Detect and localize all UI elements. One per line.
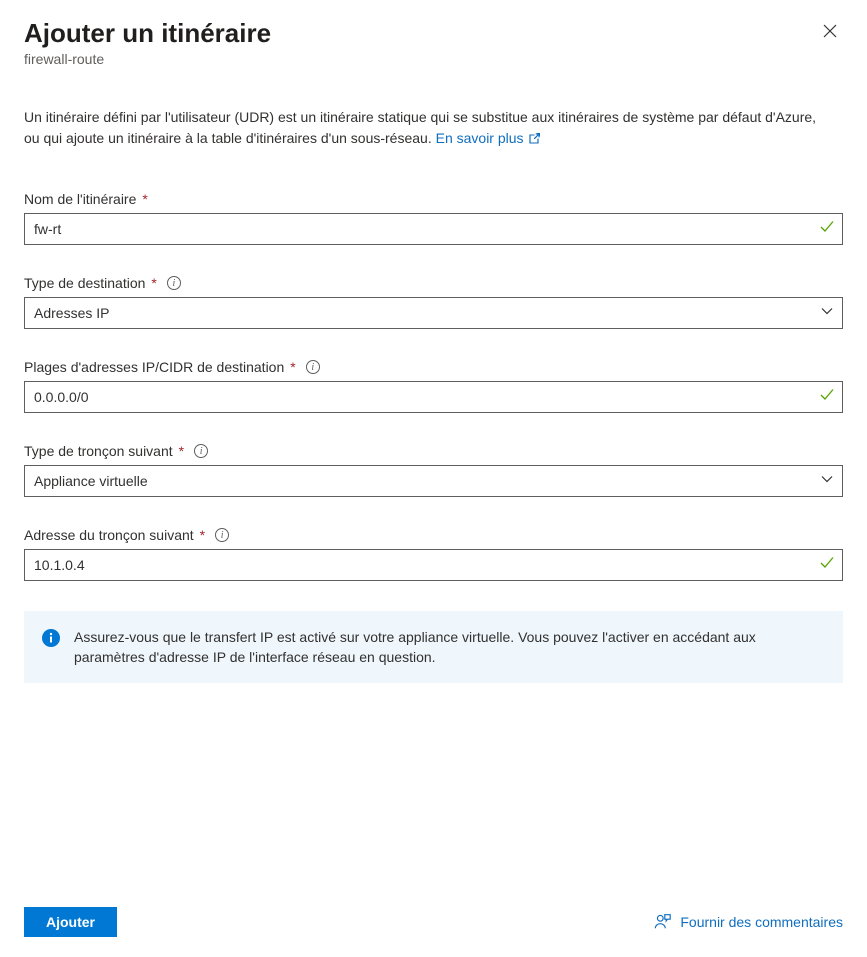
dest-type-select[interactable]: Adresses IP [24,297,843,329]
dest-type-label: Type de destination* i [24,275,843,291]
info-icon[interactable]: i [167,276,181,290]
route-name-input[interactable] [24,213,843,245]
info-circle-icon [42,629,60,652]
checkmark-icon [819,387,835,408]
info-icon[interactable]: i [306,360,320,374]
person-feedback-icon [654,912,672,933]
required-indicator: * [290,359,295,375]
description-text: Un itinéraire défini par l'utilisateur (… [24,107,819,151]
route-name-label: Nom de l'itinéraire* [24,191,843,207]
close-icon [823,25,837,42]
cidr-input[interactable] [24,381,843,413]
info-message-text: Assurez-vous que le transfert IP est act… [74,627,825,667]
required-indicator: * [200,527,205,543]
next-hop-type-label: Type de tronçon suivant* i [24,443,843,459]
cidr-label: Plages d'adresses IP/CIDR de destination… [24,359,843,375]
checkmark-icon [819,219,835,240]
checkmark-icon [819,555,835,576]
add-button[interactable]: Ajouter [24,907,117,937]
next-hop-addr-label: Adresse du tronçon suivant* i [24,527,843,543]
external-link-icon [528,132,540,148]
info-icon[interactable]: i [215,528,229,542]
learn-more-link[interactable]: En savoir plus [436,130,540,146]
required-indicator: * [142,191,147,207]
page-subtitle: firewall-route [24,51,843,67]
next-hop-addr-input[interactable] [24,549,843,581]
page-title: Ajouter un itinéraire [24,18,271,49]
required-indicator: * [179,443,184,459]
close-button[interactable] [817,18,843,49]
next-hop-type-select[interactable]: Appliance virtuelle [24,465,843,497]
required-indicator: * [151,275,156,291]
feedback-link[interactable]: Fournir des commentaires [654,912,843,933]
info-icon[interactable]: i [194,444,208,458]
info-message-box: Assurez-vous que le transfert IP est act… [24,611,843,683]
